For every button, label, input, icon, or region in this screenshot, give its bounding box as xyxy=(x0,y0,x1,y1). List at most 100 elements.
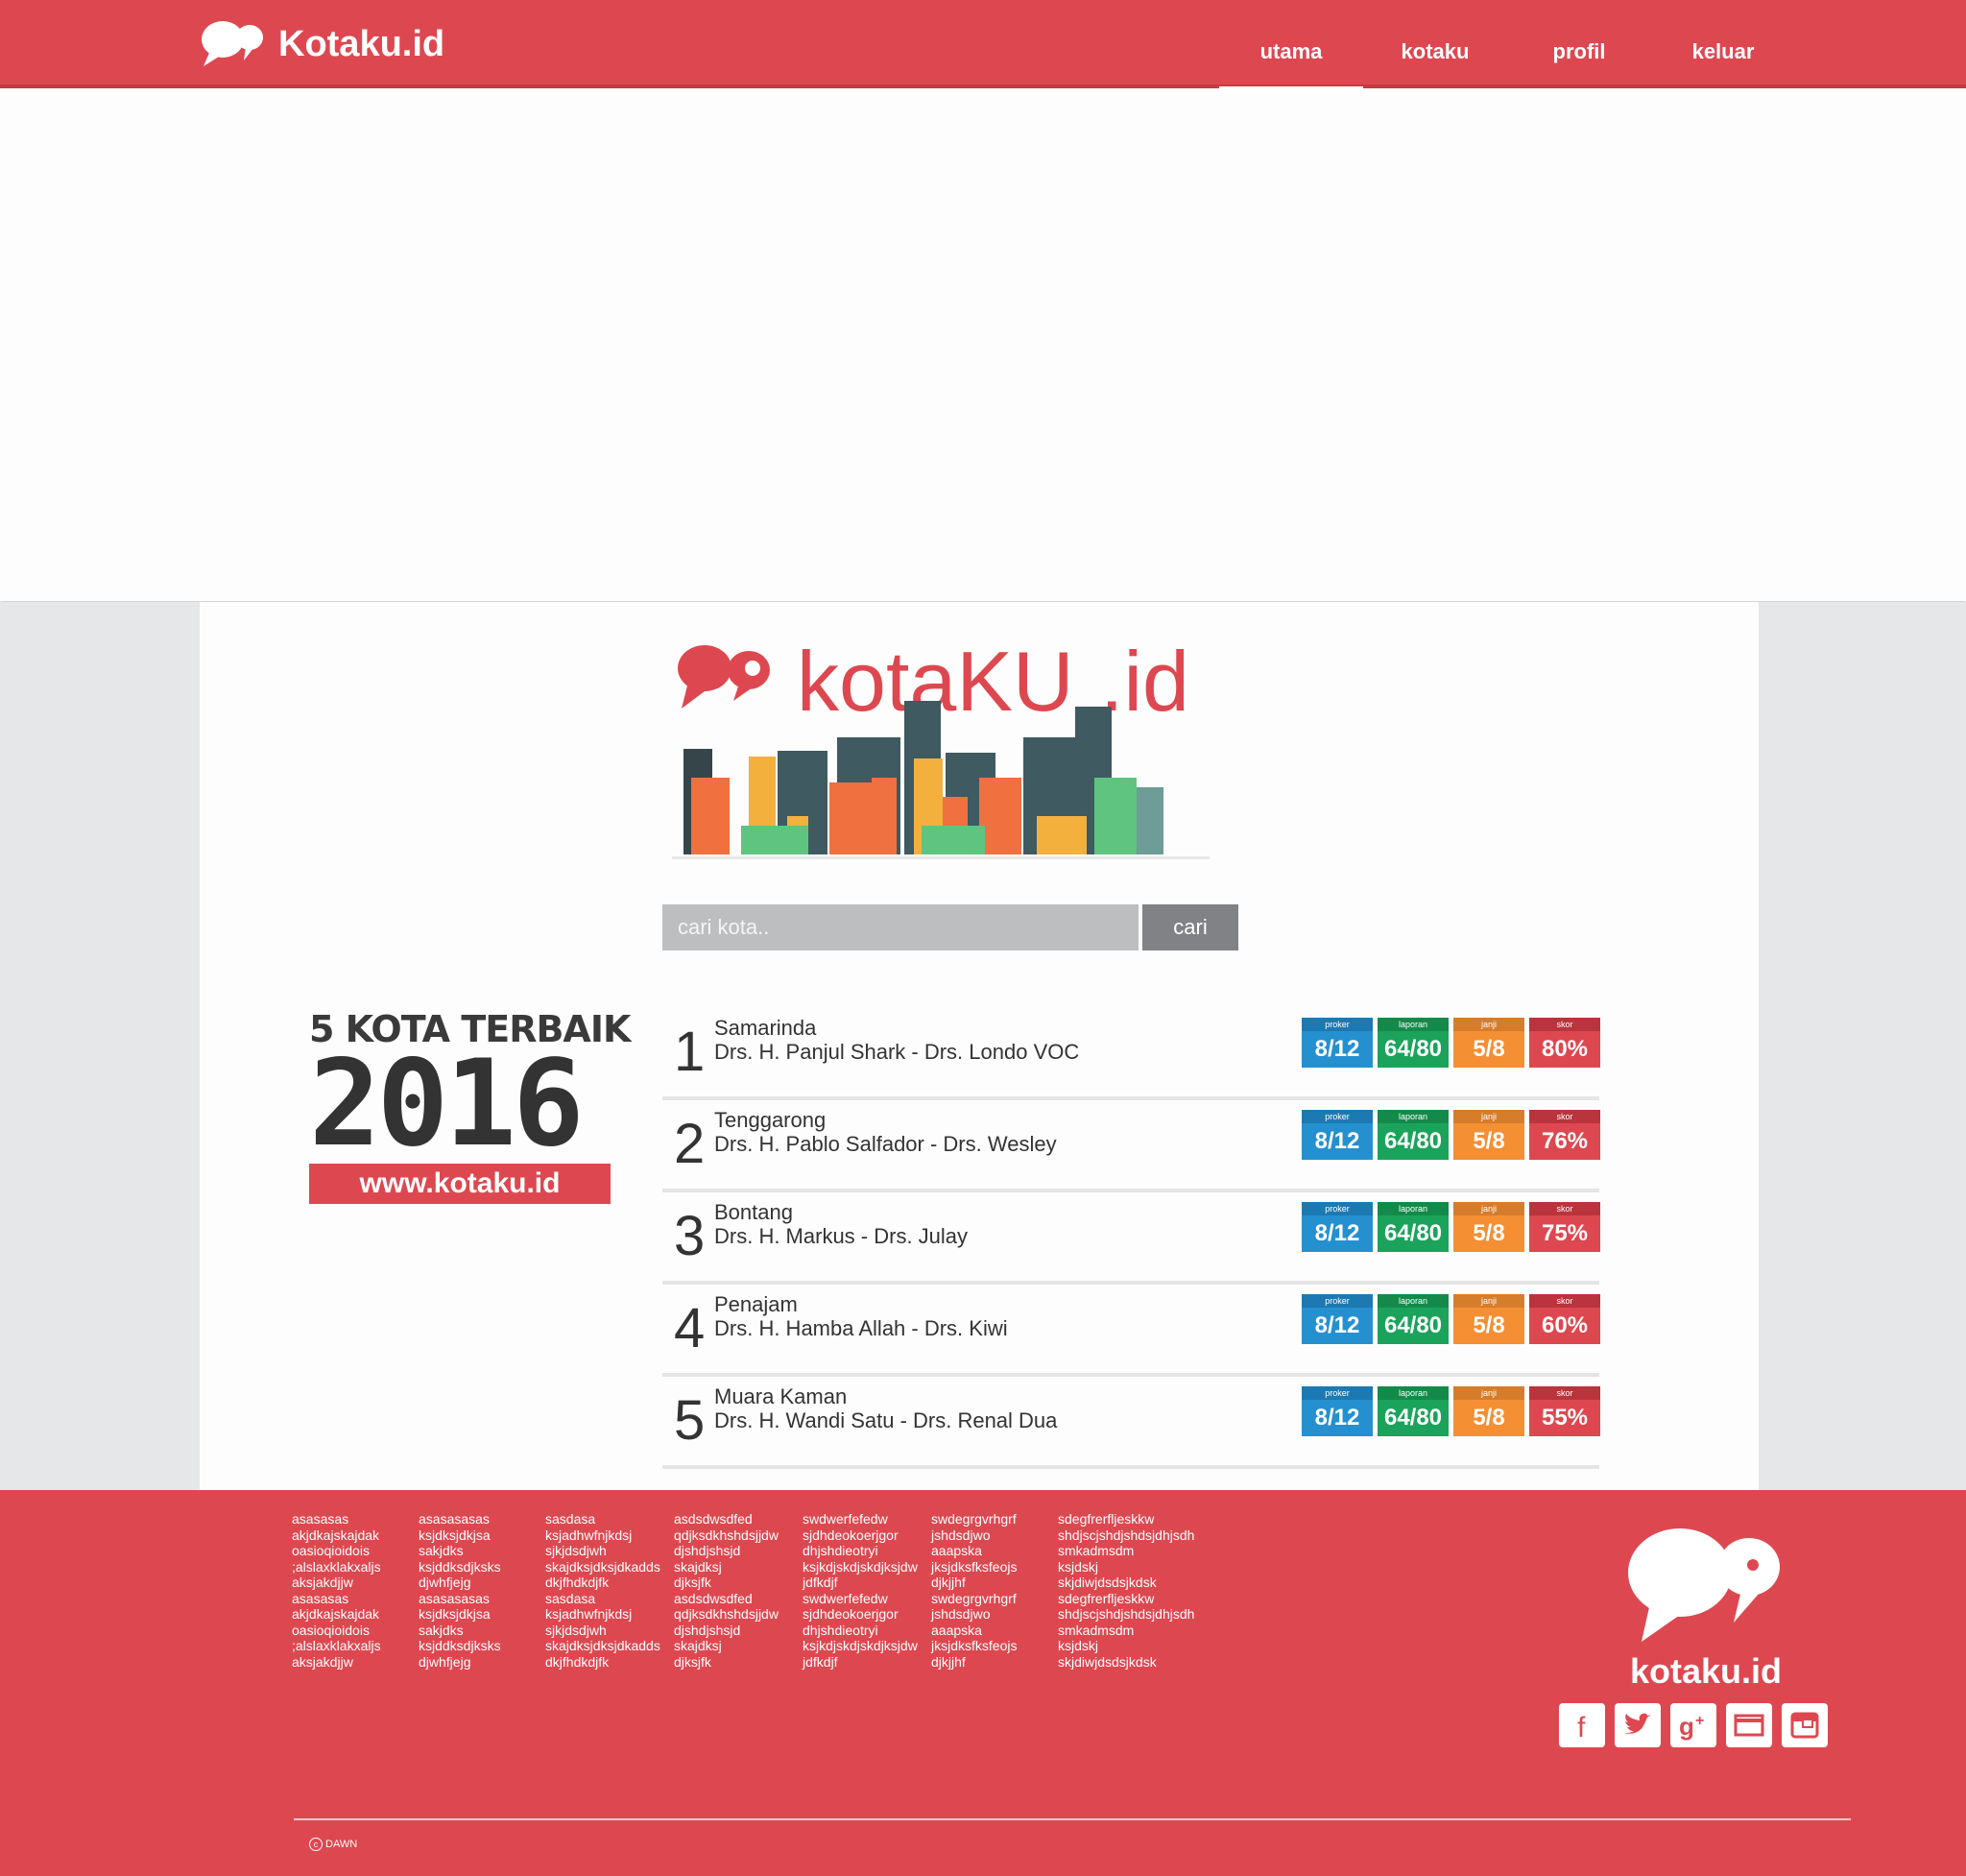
footer-link[interactable]: asasasasas xyxy=(419,1511,541,1527)
nav-utama[interactable]: utama xyxy=(1219,0,1363,92)
footer-link[interactable]: jdfkdjf xyxy=(803,1575,927,1591)
footer-column: asasasasas ksjdksjdkjsa sakjdks ksjddksd… xyxy=(419,1511,541,1670)
footer-link[interactable]: djkjjhf xyxy=(931,1654,1054,1671)
footer-link[interactable]: asasasasas xyxy=(419,1591,541,1607)
footer-link[interactable]: qdjksdkhshdsjjdw xyxy=(674,1527,799,1544)
footer-link[interactable]: dkjfhdkdjfk xyxy=(545,1575,670,1591)
email-icon[interactable] xyxy=(1726,1703,1772,1747)
footer-link[interactable]: jksjdksfksfeojs xyxy=(931,1638,1054,1654)
footer-link[interactable]: dhjshdieotryi xyxy=(803,1623,927,1639)
ranking-row[interactable]: 4 Penajam Drs. H. Hamba Allah - Drs. Kiw… xyxy=(662,1285,1600,1377)
footer-link[interactable]: oasioqioidois xyxy=(292,1623,415,1639)
footer-link[interactable]: sasdasa xyxy=(545,1591,670,1607)
svg-text:+: + xyxy=(1695,1713,1704,1729)
stat-badges: proker 8/12 laporan 64/80 janji 5/8 skor 76% xyxy=(1302,1110,1605,1160)
ranking-row[interactable]: 1 Samarinda Drs. H. Panjul Shark - Drs. … xyxy=(662,1008,1600,1100)
proker-badge: proker 8/12 xyxy=(1302,1110,1373,1160)
instagram-icon[interactable] xyxy=(1782,1703,1828,1747)
footer-link[interactable]: ;alslaxklakxaljs xyxy=(292,1638,415,1654)
footer-link[interactable]: jksjdksfksfeojs xyxy=(931,1559,1054,1575)
twitter-icon[interactable] xyxy=(1615,1703,1661,1747)
footer-link[interactable]: ksjkdjskdjskdjksjdw xyxy=(803,1638,927,1654)
footer-link[interactable]: sjkjdsdjwh xyxy=(545,1623,670,1639)
facebook-icon[interactable]: f xyxy=(1559,1703,1605,1747)
janji-value: 5/8 xyxy=(1453,1308,1524,1344)
footer-link[interactable]: skajdksj xyxy=(674,1559,799,1575)
footer-link[interactable]: ksjdksjdkjsa xyxy=(419,1606,541,1623)
footer-link[interactable]: akjdkajskajdak xyxy=(292,1527,415,1544)
footer-link[interactable]: djwhfjejg xyxy=(419,1654,541,1671)
footer-link[interactable]: oasioqioidois xyxy=(292,1543,415,1559)
search-button[interactable]: cari xyxy=(1142,904,1238,950)
footer-link[interactable]: aksjakdjjw xyxy=(292,1575,415,1591)
nav-keluar[interactable]: keluar xyxy=(1651,0,1795,88)
footer-link[interactable]: ksjadhwfnjkdsj xyxy=(545,1527,670,1544)
city-name[interactable]: Penajam xyxy=(714,1292,798,1317)
footer-link[interactable]: asasasas xyxy=(292,1591,415,1607)
brand-logo[interactable]: Kotaku.id xyxy=(200,15,444,73)
skor-badge: skor 80% xyxy=(1529,1018,1600,1068)
footer-link[interactable]: sakjdks xyxy=(419,1623,541,1639)
footer-link[interactable]: djshdjshsjd xyxy=(674,1543,799,1559)
footer-link[interactable]: sasdasa xyxy=(545,1511,670,1527)
footer-link[interactable]: skjdiwjdsdsjkdsk xyxy=(1058,1575,1221,1591)
footer-link[interactable]: jshdsdjwo xyxy=(931,1527,1054,1544)
search-input[interactable] xyxy=(662,904,1139,950)
footer-link[interactable]: ;alslaxklakxaljs xyxy=(292,1559,415,1575)
footer-link[interactable]: jshdsdjwo xyxy=(931,1606,1054,1623)
footer-link[interactable]: shdjscjshdjshdsjdhjsdh xyxy=(1058,1606,1221,1623)
footer-link[interactable]: qdjksdkhshdsjjdw xyxy=(674,1606,799,1623)
footer-link[interactable]: ksjdksjdkjsa xyxy=(419,1527,541,1544)
city-name[interactable]: Muara Kaman xyxy=(714,1384,847,1409)
footer-link[interactable]: swdwerfefedw xyxy=(803,1511,927,1527)
footer-link[interactable]: ksjadhwfnjkdsj xyxy=(545,1606,670,1623)
laporan-value: 64/80 xyxy=(1378,1400,1449,1436)
footer-link[interactable]: djshdjshsjd xyxy=(674,1623,799,1639)
footer-link[interactable]: shdjscjshdjshdsjdhjsdh xyxy=(1058,1527,1221,1544)
ranking-row[interactable]: 3 Bontang Drs. H. Markus - Drs. Julay pr… xyxy=(662,1192,1600,1285)
footer-link[interactable]: asdsdwsdfed xyxy=(674,1511,799,1527)
footer-link[interactable]: sakjdks xyxy=(419,1543,541,1559)
footer-link[interactable]: ksjddksdjksks xyxy=(419,1638,541,1654)
footer-link[interactable]: dkjfhdkdjfk xyxy=(545,1654,670,1671)
footer-link[interactable]: ksjddksdjksks xyxy=(419,1559,541,1575)
ranking-row[interactable]: 2 Tenggarong Drs. H. Pablo Salfador - Dr… xyxy=(662,1100,1600,1192)
footer-link[interactable]: aksjakdjjw xyxy=(292,1654,415,1671)
footer-link[interactable]: swdwerfefedw xyxy=(803,1591,927,1607)
footer-link[interactable]: swdegrgvrhgrf xyxy=(931,1511,1054,1527)
footer-link[interactable]: aaapska xyxy=(931,1543,1054,1559)
footer-link[interactable]: asasasas xyxy=(292,1511,415,1527)
footer-link[interactable]: asdsdwsdfed xyxy=(674,1591,799,1607)
footer-link[interactable]: smkadmsdm xyxy=(1058,1543,1221,1559)
footer-link[interactable]: sjkjdsdjwh xyxy=(545,1543,670,1559)
city-name[interactable]: Bontang xyxy=(714,1200,793,1225)
footer-link[interactable]: skajdksj xyxy=(674,1638,799,1654)
footer-link[interactable]: skajdksjdksjdkadds xyxy=(545,1559,670,1575)
footer-link[interactable]: djkjjhf xyxy=(931,1575,1054,1591)
footer-link[interactable]: ksjdskj xyxy=(1058,1559,1221,1575)
nav-profil[interactable]: profil xyxy=(1507,0,1651,88)
skor-value: 76% xyxy=(1529,1123,1600,1160)
footer-link[interactable]: djwhfjejg xyxy=(419,1575,541,1591)
footer-link[interactable]: djksjfk xyxy=(674,1575,799,1591)
footer-link[interactable]: sdegfrerfljeskkw xyxy=(1058,1591,1221,1607)
footer-link[interactable]: dhjshdieotryi xyxy=(803,1543,927,1559)
city-name[interactable]: Tenggarong xyxy=(714,1108,826,1133)
city-name[interactable]: Samarinda xyxy=(714,1016,816,1041)
footer-link[interactable]: skjdiwjdsdsjkdsk xyxy=(1058,1654,1221,1671)
footer-link[interactable]: djksjfk xyxy=(674,1654,799,1671)
footer-link[interactable]: sjdhdeokoerjgor xyxy=(803,1527,927,1544)
nav-kotaku[interactable]: kotaku xyxy=(1363,0,1507,88)
footer-link[interactable]: ksjkdjskdjskdjksjdw xyxy=(803,1559,927,1575)
footer-link[interactable]: sdegfrerfljeskkw xyxy=(1058,1511,1221,1527)
footer-link[interactable]: skajdksjdksjdkadds xyxy=(545,1638,670,1654)
footer-link[interactable]: akjdkajskajdak xyxy=(292,1606,415,1623)
footer-link[interactable]: aaapska xyxy=(931,1623,1054,1639)
footer-link[interactable]: sjdhdeokoerjgor xyxy=(803,1606,927,1623)
footer-link[interactable]: jdfkdjf xyxy=(803,1654,927,1671)
ranking-row[interactable]: 5 Muara Kaman Drs. H. Wandi Satu - Drs. … xyxy=(662,1377,1600,1469)
google-plus-icon[interactable]: g + xyxy=(1670,1703,1716,1747)
footer-link[interactable]: ksjdskj xyxy=(1058,1638,1221,1654)
footer-link[interactable]: swdegrgvrhgrf xyxy=(931,1591,1054,1607)
footer-link[interactable]: smkadmsdm xyxy=(1058,1623,1221,1639)
